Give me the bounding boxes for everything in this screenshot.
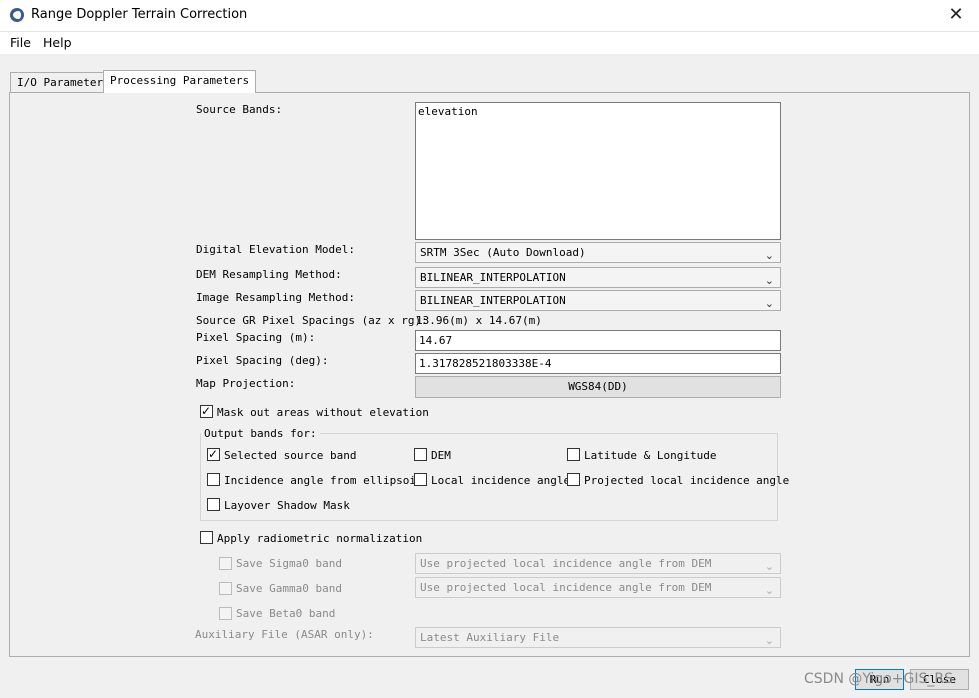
beta0-label: Save Beta0 band <box>236 607 336 620</box>
title-bar: Range Doppler Terrain Correction ✕ <box>0 0 979 32</box>
incidence-ellipsoid-checkbox[interactable] <box>207 473 220 486</box>
window-close-button[interactable]: ✕ <box>933 0 979 32</box>
dem-resampling-value: BILINEAR_INTERPOLATION <box>420 271 566 284</box>
map-projection-button[interactable]: WGS84(DD) <box>415 376 781 398</box>
tab-processing-parameters[interactable]: Processing Parameters <box>103 70 257 93</box>
window-title: Range Doppler Terrain Correction <box>31 7 248 22</box>
gamma0-checkbox[interactable] <box>219 582 232 595</box>
tab-io-parameters[interactable]: I/O Parameters <box>10 72 117 93</box>
chevron-down-icon: ⌄ <box>764 297 774 310</box>
lat-lon-checkbox[interactable] <box>567 448 580 461</box>
chevron-down-icon: ⌄ <box>764 249 774 262</box>
incidence-ellipsoid-label: Incidence angle from ellipsoid <box>224 474 423 487</box>
app-logo-icon <box>10 8 24 22</box>
chevron-down-icon: ⌄ <box>764 584 774 597</box>
sigma0-select-value: Use projected local incidence angle from… <box>420 557 712 570</box>
sigma0-label: Save Sigma0 band <box>236 557 342 570</box>
pixel-spacing-deg-label: Pixel Spacing (deg): <box>196 354 329 367</box>
source-bands-label: Source Bands: <box>196 103 283 116</box>
aux-file-label: Auxiliary File (ASAR only): <box>195 628 374 641</box>
source-bands-list[interactable]: elevation <box>415 102 781 240</box>
radiometric-normalization-label: Apply radiometric normalization <box>217 532 423 545</box>
sigma0-select[interactable]: Use projected local incidence angle from… <box>415 553 781 574</box>
dem-resampling-label: DEM Resampling Method: <box>196 268 342 281</box>
dem-label: Digital Elevation Model: <box>196 243 355 256</box>
dem-select-value: SRTM 3Sec (Auto Download) <box>420 246 586 259</box>
projected-local-incidence-label: Projected local incidence angle <box>584 474 790 487</box>
gamma0-label: Save Gamma0 band <box>236 582 342 595</box>
selected-source-band-checkbox[interactable]: ✓ <box>207 447 220 461</box>
checkmark-icon: ✓ <box>208 447 219 461</box>
menu-file[interactable]: File <box>10 35 31 50</box>
chevron-down-icon: ⌄ <box>764 274 774 287</box>
dem-output-checkbox[interactable] <box>414 448 427 461</box>
lat-lon-label: Latitude & Longitude <box>584 449 717 462</box>
image-resampling-select[interactable]: BILINEAR_INTERPOLATION ⌄ <box>415 290 781 311</box>
image-resampling-label: Image Resampling Method: <box>196 291 355 304</box>
image-resampling-value: BILINEAR_INTERPOLATION <box>420 294 566 307</box>
menu-bar: File Help <box>0 32 979 54</box>
aux-file-select[interactable]: Latest Auxiliary File ⌄ <box>415 627 781 648</box>
mask-checkbox[interactable]: ✓ <box>200 404 213 418</box>
pixel-spacing-deg-field[interactable]: 1.317828521803338E-4 <box>415 353 781 374</box>
output-bands-title: Output bands for: <box>201 427 320 440</box>
menu-help[interactable]: Help <box>43 35 72 50</box>
aux-file-value: Latest Auxiliary File <box>420 631 560 644</box>
pixel-spacing-m-field[interactable]: 14.67 <box>415 330 781 351</box>
dem-output-label: DEM <box>431 449 451 462</box>
dem-resampling-select[interactable]: BILINEAR_INTERPOLATION ⌄ <box>415 267 781 288</box>
gr-spacing-label: Source GR Pixel Spacings (az x rg): <box>196 314 428 327</box>
layover-shadow-checkbox[interactable] <box>207 498 220 511</box>
projected-local-incidence-checkbox[interactable] <box>567 473 580 486</box>
gamma0-select-value: Use projected local incidence angle from… <box>420 581 712 594</box>
checkmark-icon: ✓ <box>201 404 212 418</box>
dem-select[interactable]: SRTM 3Sec (Auto Download) ⌄ <box>415 242 781 263</box>
watermark: CSDN @Yigo+GIS_RS <box>804 671 953 687</box>
pixel-spacing-m-label: Pixel Spacing (m): <box>196 331 316 344</box>
chevron-down-icon: ⌄ <box>764 560 774 573</box>
gamma0-select[interactable]: Use projected local incidence angle from… <box>415 577 781 598</box>
gr-spacing-value: 13.96(m) x 14.67(m) <box>416 314 542 327</box>
sigma0-checkbox[interactable] <box>219 557 232 570</box>
local-incidence-label: Local incidence angle <box>431 474 571 487</box>
local-incidence-checkbox[interactable] <box>414 473 427 486</box>
mask-label: Mask out areas without elevation <box>217 406 429 419</box>
chevron-down-icon: ⌄ <box>764 634 774 647</box>
map-projection-label: Map Projection: <box>196 377 296 390</box>
layover-shadow-label: Layover Shadow Mask <box>224 499 350 512</box>
list-item[interactable]: elevation <box>418 105 478 118</box>
selected-source-band-label: Selected source band <box>224 449 357 462</box>
beta0-checkbox[interactable] <box>219 607 232 620</box>
radiometric-normalization-checkbox[interactable] <box>200 531 213 544</box>
